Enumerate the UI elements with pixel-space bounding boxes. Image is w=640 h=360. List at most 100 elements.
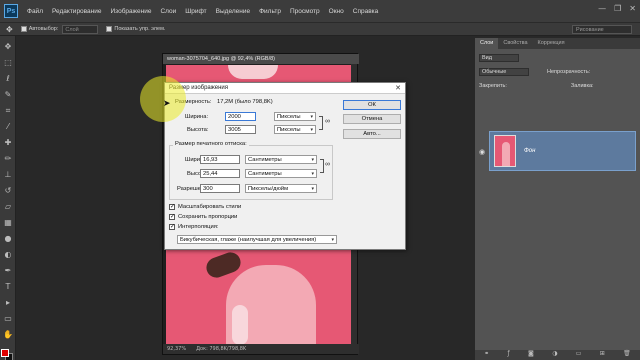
- new-layer-icon[interactable]: ⊞: [600, 350, 605, 360]
- print-height-input[interactable]: 25,44: [200, 169, 240, 178]
- pen-icon[interactable]: ✒: [3, 266, 13, 276]
- menu-image[interactable]: Изображение: [111, 8, 152, 15]
- photo-face: [228, 65, 278, 79]
- blend-mode-dropdown[interactable]: Обычные: [479, 68, 529, 76]
- image-size-dialog: Размер изображения ✕ Размерность: 17,2M …: [164, 82, 406, 250]
- menu-filter[interactable]: Фильтр: [259, 8, 281, 15]
- visibility-eye-icon[interactable]: ◉: [479, 148, 485, 156]
- layer-name: Фон: [524, 148, 536, 154]
- group-icon[interactable]: ▭: [576, 350, 582, 360]
- dialog-title[interactable]: Размер изображения: [165, 83, 405, 94]
- autoselect-checkbox[interactable]: [20, 26, 27, 32]
- lasso-icon[interactable]: ℓ: [3, 74, 13, 84]
- blend-row: Обычные Непрозрачность:: [479, 67, 636, 77]
- constrain-proportions-checkbox[interactable]: ✓ Сохранить пропорции: [169, 214, 237, 220]
- window-controls: — ❐ ✕: [598, 4, 636, 13]
- menu-type[interactable]: Шрифт: [185, 8, 206, 15]
- scale-styles-checkbox[interactable]: ✓ Масштабировать стили: [169, 204, 241, 210]
- mouse-cursor-icon: ➤: [163, 99, 171, 109]
- print-chain-icon: ∞: [325, 161, 330, 168]
- ok-button[interactable]: ОК: [343, 100, 401, 110]
- resample-checkbox[interactable]: ✓ Интерполяция:: [169, 224, 218, 230]
- gradient-icon[interactable]: ▦: [3, 218, 13, 228]
- print-height-unit-select[interactable]: Сантиметры ▾: [245, 169, 317, 178]
- document-tab[interactable]: woman-3075704_640.jpg @ 92,4% (RGB/8): [163, 54, 359, 64]
- pixel-height-unit-select[interactable]: Пикселы ▾: [274, 125, 316, 134]
- lock-label: Закрепить:: [479, 83, 507, 89]
- mask-icon[interactable]: ◙: [528, 350, 534, 360]
- crop-icon[interactable]: ⌗: [3, 106, 13, 116]
- options-bar: ✥ Автовыбор: Слой Показать упр. элем. Ри…: [0, 22, 640, 36]
- pixel-link-bracket: [319, 116, 323, 130]
- show-controls-checkbox[interactable]: [106, 26, 113, 32]
- menu-layers[interactable]: Слои: [160, 8, 176, 15]
- menu-file[interactable]: Файл: [27, 8, 43, 15]
- lock-row: Закрепить: Заливка:: [479, 81, 636, 91]
- path-select-icon[interactable]: ▸: [3, 298, 13, 308]
- tab-adjustments[interactable]: Коррекция: [533, 38, 570, 49]
- stamp-icon[interactable]: ⊥: [3, 170, 13, 180]
- zoom-level[interactable]: 92,37%: [167, 344, 186, 354]
- pixel-width-label: Ширина:: [185, 114, 209, 120]
- eyedropper-icon[interactable]: ⁄: [3, 122, 13, 132]
- resample-method-select[interactable]: Бикубическая, глаже (наилучшая для увели…: [177, 235, 337, 244]
- restore-icon[interactable]: ❐: [614, 4, 621, 13]
- tools-panel: ✥ ⬚ ℓ ✎ ⌗ ⁄ ✚ ✏ ⊥ ↺ ▱ ▦ ● ◐ ✒ T ▸ ▭ ✋: [0, 36, 16, 360]
- print-link-bracket: [320, 159, 324, 173]
- menu-view[interactable]: Просмотр: [290, 8, 320, 15]
- type-icon[interactable]: T: [3, 282, 13, 292]
- healing-icon[interactable]: ✚: [3, 138, 13, 148]
- opacity-label: Непрозрачность:: [547, 69, 591, 75]
- layers-panel-footer: ⚭ ƒ ◙ ◑ ▭ ⊞ 🗑: [475, 350, 640, 360]
- menu-window[interactable]: Окно: [329, 8, 344, 15]
- print-width-input[interactable]: 16,93: [200, 155, 240, 164]
- pixel-width-unit-select[interactable]: Пикселы ▾: [274, 112, 316, 121]
- minimize-icon[interactable]: —: [598, 4, 606, 13]
- dodge-icon[interactable]: ◐: [3, 250, 13, 260]
- autoselect-label: Автовыбор:: [28, 26, 59, 32]
- tab-layers[interactable]: Слои: [475, 38, 499, 49]
- layer-item-background[interactable]: Фон: [489, 131, 636, 171]
- eraser-icon[interactable]: ▱: [3, 202, 13, 212]
- chain-link-icon: ∞: [325, 118, 330, 125]
- menu-bar: Ps Файл Редактирование Изображение Слои …: [0, 0, 640, 22]
- pixel-height-input[interactable]: 3005: [225, 125, 256, 134]
- marquee-icon[interactable]: ⬚: [3, 58, 13, 68]
- resolution-input[interactable]: 300: [200, 184, 240, 193]
- photo-arm: [232, 305, 248, 345]
- layer-filter-row: Вид: [479, 53, 636, 63]
- history-brush-icon[interactable]: ↺: [3, 186, 13, 196]
- menu-edit[interactable]: Редактирование: [52, 8, 102, 15]
- layer-thumbnail: [494, 135, 516, 167]
- quick-select-icon[interactable]: ✎: [3, 90, 13, 100]
- panel-tabs: Слои Свойства Коррекция: [475, 38, 640, 49]
- shape-icon[interactable]: ▭: [3, 314, 13, 324]
- fx-icon[interactable]: ƒ: [508, 350, 510, 360]
- autoselect-dropdown[interactable]: Слой: [62, 24, 99, 34]
- brush-icon[interactable]: ✏: [3, 154, 13, 164]
- document-status-bar: 92,37% Док: 798,8K/798,8K: [163, 344, 359, 354]
- resolution-unit-select[interactable]: Пикселы/дюйм ▾: [245, 184, 317, 193]
- adjustment-icon[interactable]: ◑: [552, 350, 557, 360]
- pixel-width-input[interactable]: 2000: [225, 112, 256, 121]
- dialog-close-icon[interactable]: ✕: [395, 83, 401, 94]
- dimensions-value: 17,2M (было 798,8K): [217, 99, 273, 105]
- menu-help[interactable]: Справка: [353, 8, 379, 15]
- workspace-dropdown[interactable]: Рисование: [572, 25, 632, 34]
- move-tool-icon[interactable]: ✥: [6, 25, 13, 34]
- link-layers-icon[interactable]: ⚭: [484, 350, 489, 360]
- layer-kind-filter[interactable]: Вид: [479, 54, 519, 62]
- hand-icon[interactable]: ✋: [3, 330, 13, 340]
- close-window-icon[interactable]: ✕: [629, 4, 636, 13]
- tab-properties[interactable]: Свойства: [498, 38, 532, 49]
- auto-button[interactable]: Авто...: [343, 129, 401, 139]
- pixel-height-label: Высота:: [187, 127, 209, 133]
- print-width-unit-select[interactable]: Сантиметры ▾: [245, 155, 317, 164]
- trash-icon[interactable]: 🗑: [623, 350, 631, 360]
- move-icon[interactable]: ✥: [3, 42, 13, 52]
- blur-icon[interactable]: ●: [3, 234, 13, 244]
- show-controls-label: Показать упр. элем.: [114, 26, 166, 32]
- menu-select[interactable]: Выделение: [216, 8, 250, 15]
- cancel-button[interactable]: Отмена: [343, 114, 401, 124]
- foreground-color-swatch[interactable]: [1, 349, 9, 357]
